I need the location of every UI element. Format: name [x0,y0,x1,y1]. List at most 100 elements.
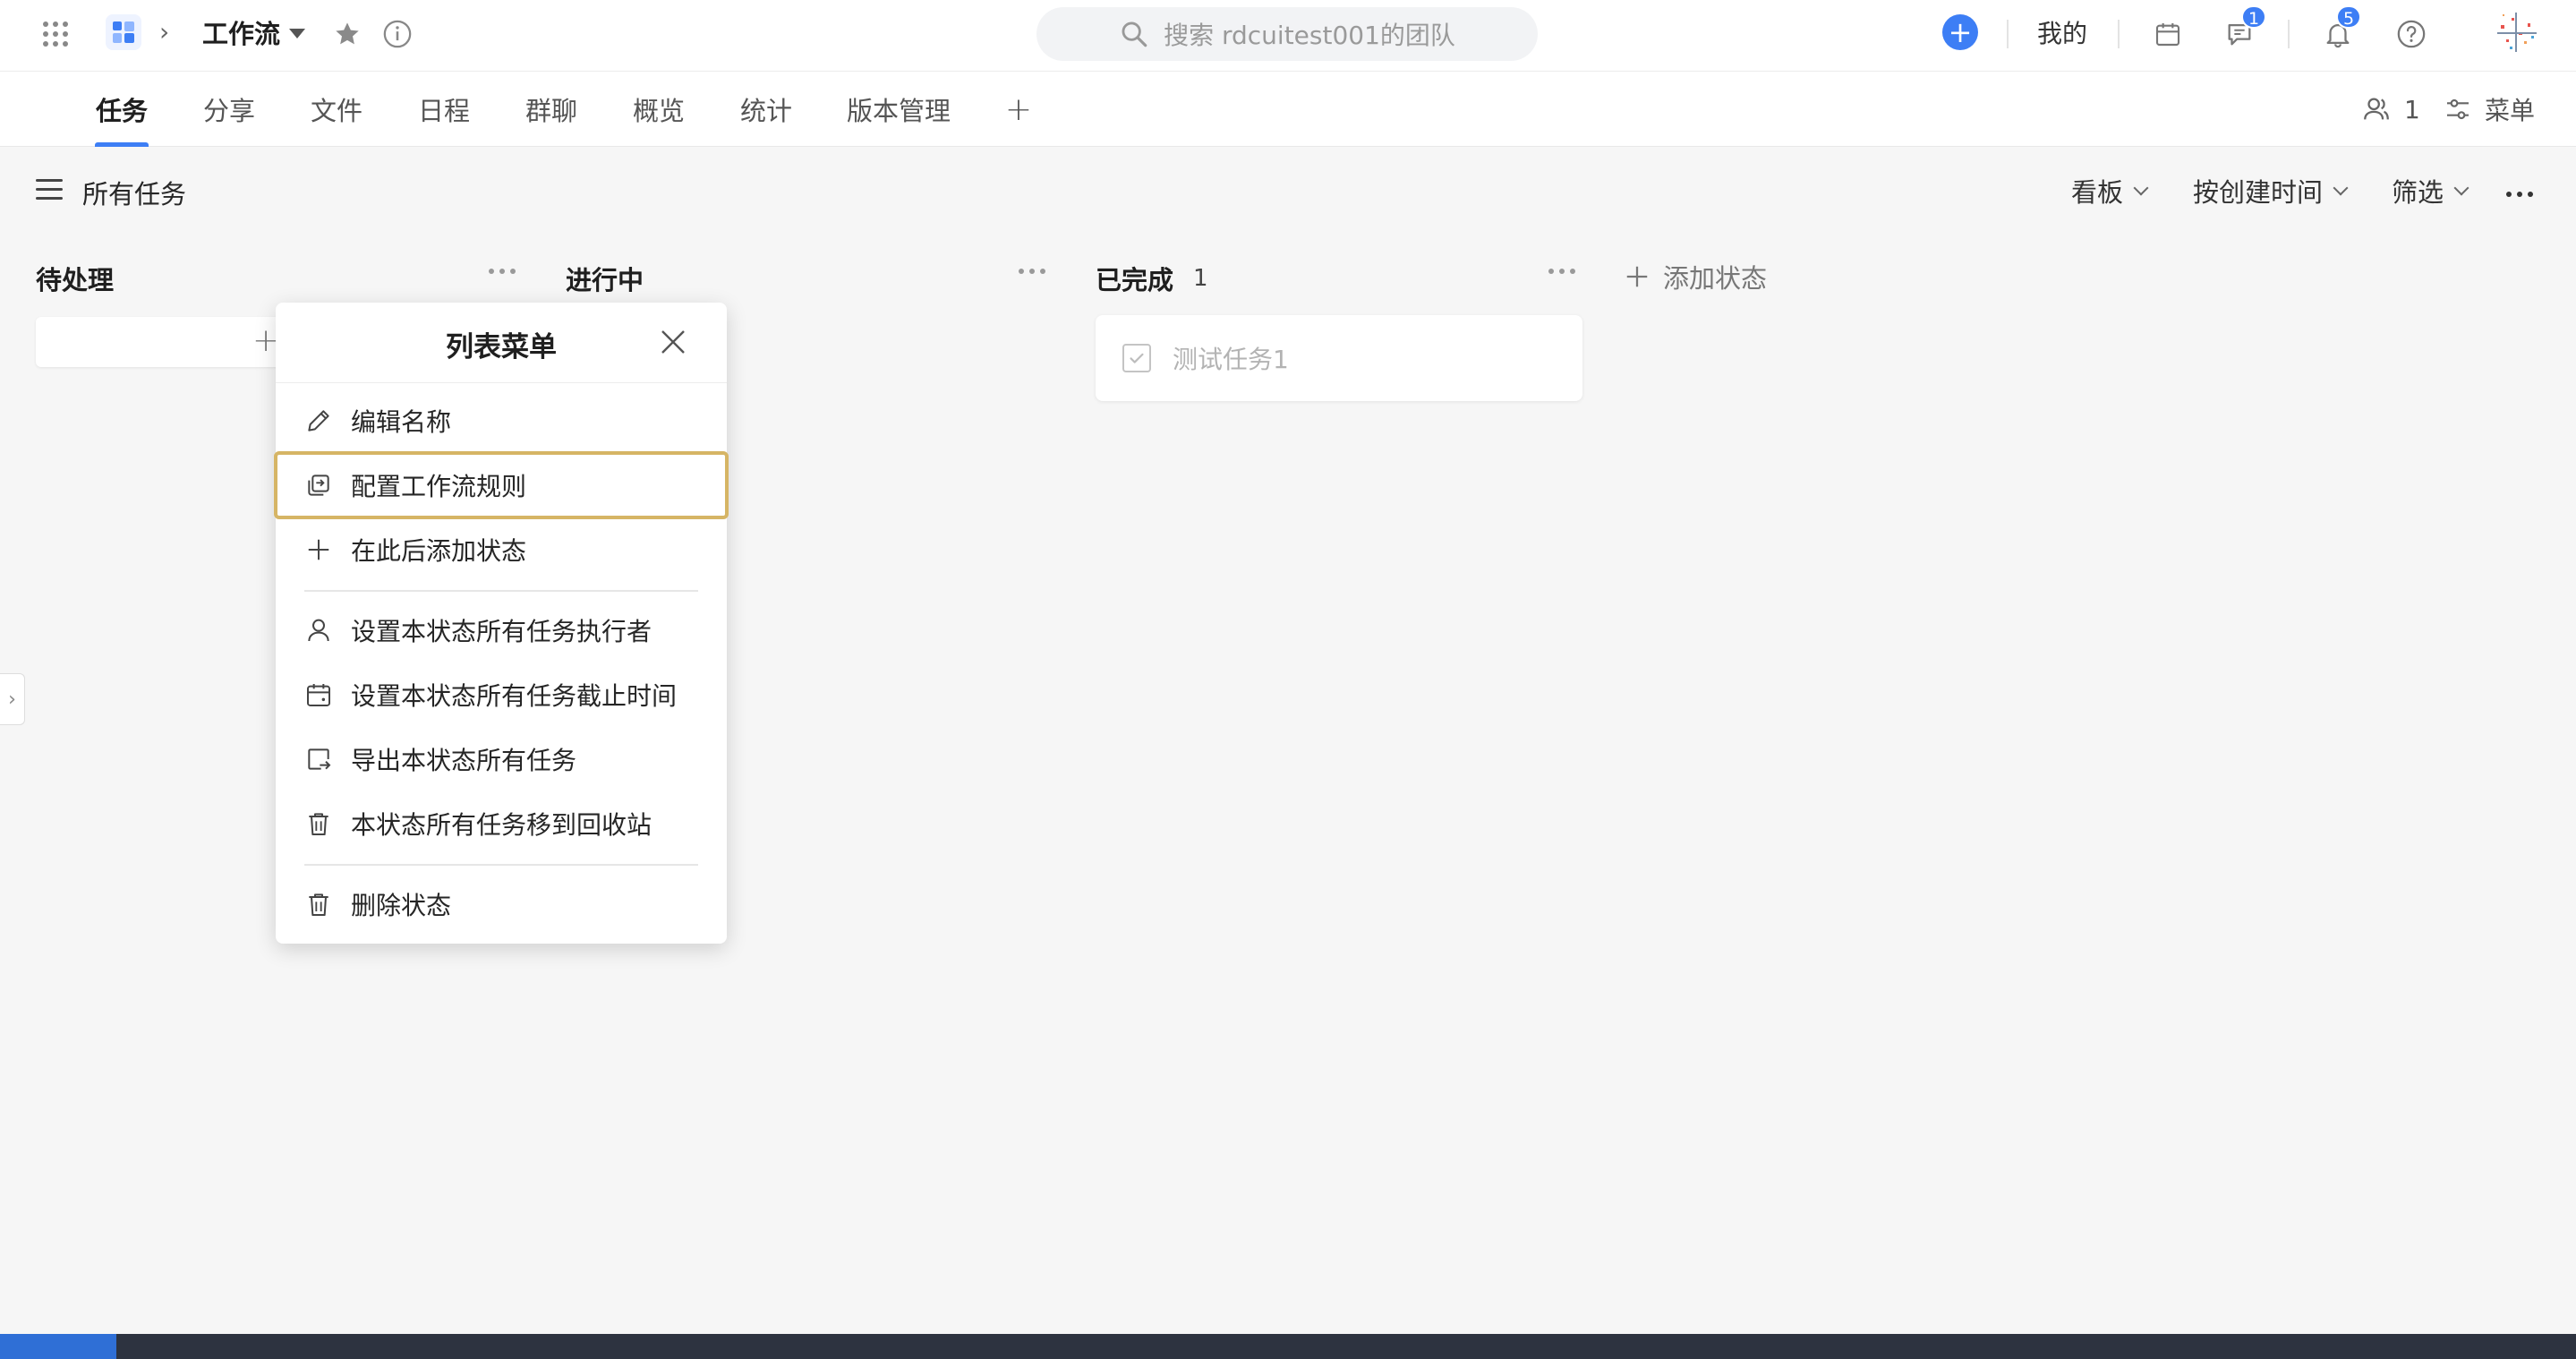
search-placeholder: 搜索 rdcuitest001的团队 [1164,21,1455,50]
board-toolbar: 所有任务 看板 按创建时间 筛选 [0,152,2576,236]
menu-item-label: 在此后添加状态 [351,536,527,566]
app-grid-icon[interactable] [39,18,72,50]
trash-icon [303,888,335,920]
column-title-text: 待处理 [36,265,115,295]
export-icon [303,743,335,775]
menu-item-label: 设置本状态所有任务执行者 [351,617,653,646]
taskbar-accent [0,1334,116,1359]
view-selector[interactable]: 看板 [2071,172,2149,209]
create-button[interactable]: + [1942,14,1978,50]
divider [2288,20,2290,48]
user-icon [303,614,335,646]
column-title-done[interactable]: 已完成 1 [1096,260,1208,297]
pencil-icon [303,405,335,437]
menu-item-edit-name[interactable]: 编辑名称 [276,389,727,453]
menu-item-set-assignee[interactable]: 设置本状态所有任务执行者 [276,598,727,662]
filter-label: 筛选 [2392,177,2444,208]
tab-statistics[interactable]: 统计 [739,72,793,147]
filter-selector[interactable]: 筛选 [2392,172,2469,209]
add-tab-button[interactable]: + [1001,72,1036,147]
members-button[interactable]: 1 [2361,72,2420,147]
members-count: 1 [2404,94,2420,124]
breadcrumb-chevron-icon: › [159,17,170,47]
list-menu-header: 列表菜单 [276,303,727,383]
plus-icon [1626,266,1648,287]
column-title-text: 进行中 [566,265,644,295]
checkmark-icon [1130,353,1144,363]
divider [2007,20,2009,48]
task-card[interactable]: 测试任务1 [1096,315,1582,401]
menu-item-move-to-trash[interactable]: 本状态所有任务移到回收站 [276,791,727,856]
column-title-text: 已完成 [1096,265,1174,295]
plus-icon [303,534,335,566]
trash-icon [303,808,335,840]
project-name: 工作流 [202,19,281,49]
menu-divider [304,590,698,592]
chevron-down-icon [2453,180,2469,196]
tab-files[interactable]: 文件 [310,72,363,147]
notifications-badge: 5 [2336,5,2362,29]
sidebar-expand-handle[interactable]: › [0,673,25,725]
add-status-button[interactable]: 添加状态 [1624,258,1767,295]
divider [2118,20,2120,48]
sort-label: 按创建时间 [2193,177,2324,208]
star-icon[interactable] [329,16,365,52]
column-count: 1 [1193,265,1208,292]
calendar-icon[interactable] [2150,16,2186,52]
menu-label: 菜单 [2485,96,2536,125]
mine-link[interactable]: 我的 [2037,14,2087,50]
task-name: 测试任务1 [1173,345,1289,374]
menu-item-export-tasks[interactable]: 导出本状态所有任务 [276,727,727,791]
chevron-down-icon [2333,180,2349,196]
column-more-icon[interactable] [1548,269,1575,274]
menu-divider [304,864,698,866]
tab-schedule[interactable]: 日程 [417,72,471,147]
add-status-label: 添加状态 [1663,263,1768,294]
messages-badge: 1 [2241,5,2267,29]
menu-button[interactable]: 菜单 [2444,72,2535,147]
search-icon [1122,21,1147,47]
menu-item-configure-workflow-rules[interactable]: 配置工作流规则 [274,451,729,519]
menu-item-label: 编辑名称 [351,407,452,437]
menu-item-label: 配置工作流规则 [351,472,527,501]
caret-down-icon [289,28,306,38]
tab-version-management[interactable]: 版本管理 [847,72,951,147]
project-tabs: 任务 分享 文件 日程 群聊 概览 统计 版本管理 + 1 菜单 [0,72,2576,147]
column-title-todo[interactable]: 待处理 [36,260,114,297]
project-title[interactable]: 工作流 [202,13,306,52]
tab-tasks[interactable]: 任务 [95,72,149,147]
tab-overview[interactable]: 概览 [632,72,686,147]
user-avatar[interactable] [2492,7,2542,57]
hamburger-menu-icon[interactable] [36,179,63,201]
help-icon[interactable] [2393,16,2429,52]
sort-selector[interactable]: 按创建时间 [2193,172,2349,209]
menu-item-label: 导出本状态所有任务 [351,746,577,775]
list-menu-popover: 列表菜单 编辑名称 配置工作流规则 在此后添加状态 设置本状态所有任务执行者 设… [274,303,729,944]
info-icon[interactable] [380,16,415,52]
menu-item-set-due-date[interactable]: 设置本状态所有任务截止时间 [276,662,727,727]
menu-item-label: 删除状态 [351,891,452,920]
column-title-in-progress[interactable]: 进行中 [566,260,644,297]
settings-sliders-icon [2447,98,2469,120]
menu-item-delete-status[interactable]: 删除状态 [276,872,727,936]
tab-group-chat[interactable]: 群聊 [525,72,578,147]
notification-bell-icon[interactable]: 5 [2320,5,2362,52]
project-app-icon[interactable] [106,14,141,50]
column-more-icon[interactable] [489,269,516,274]
tab-share[interactable]: 分享 [202,72,256,147]
members-icon [2364,98,2389,120]
os-taskbar-strip [0,1334,2576,1359]
messages-icon[interactable]: 1 [2222,5,2267,52]
all-tasks-title[interactable]: 所有任务 [82,174,186,211]
menu-item-label: 本状态所有任务移到回收站 [351,810,653,840]
workflow-rule-icon [303,469,335,501]
menu-item-add-status-after[interactable]: 在此后添加状态 [276,517,727,582]
task-checkbox[interactable] [1122,344,1151,372]
top-bar: › 工作流 搜索 rdcuitest001的团队 + 我的 1 5 [0,0,2576,72]
column-more-icon[interactable] [1019,269,1045,274]
search-bar[interactable]: 搜索 rdcuitest001的团队 [1036,7,1538,61]
more-options-icon[interactable] [2506,192,2533,197]
chevron-down-icon [2133,180,2149,196]
add-task-card[interactable]: + [36,317,286,367]
close-icon[interactable] [657,326,689,358]
